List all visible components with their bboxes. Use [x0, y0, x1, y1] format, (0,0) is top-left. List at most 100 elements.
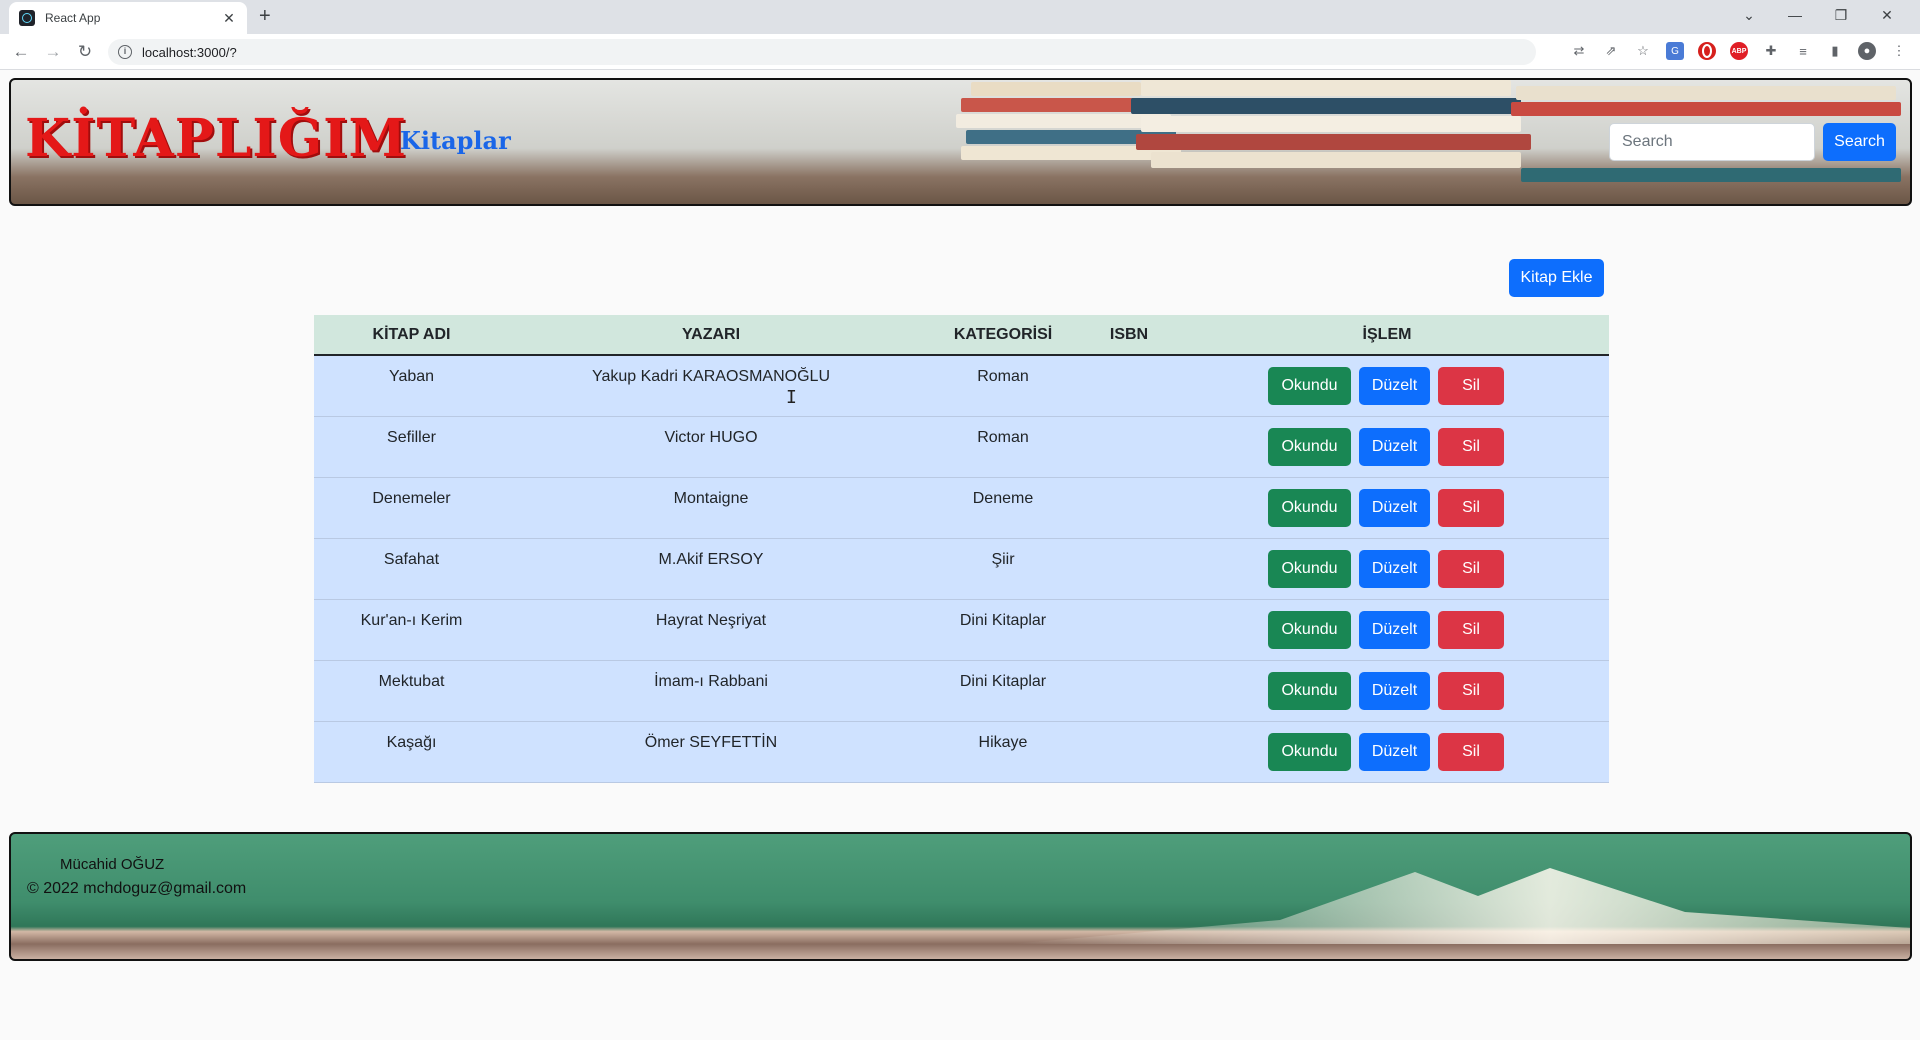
tab-title: React App: [45, 11, 101, 25]
cell-actions: Okundu Düzelt Sil: [1163, 538, 1609, 600]
column-header-author: YAZARI: [509, 315, 913, 356]
cell-author: Hayrat Neşriyat: [509, 599, 913, 661]
edit-button[interactable]: Düzelt: [1359, 366, 1430, 405]
cell-title: Yaban: [314, 355, 509, 417]
minimize-icon[interactable]: —: [1772, 4, 1818, 26]
edit-button[interactable]: Düzelt: [1359, 671, 1430, 710]
cell-title: Sefiller: [314, 416, 509, 478]
edit-button[interactable]: Düzelt: [1359, 427, 1430, 466]
delete-button[interactable]: Sil: [1438, 366, 1504, 405]
footer-copyright: © 2022 mchdoguz@gmail.com: [27, 880, 247, 897]
cell-actions: Okundu Düzelt Sil: [1165, 660, 1609, 722]
window-close-icon[interactable]: ✕: [1864, 4, 1910, 26]
table-row: Yaban Yakup Kadri KARAOSMANOĞLU Roman Ok…: [314, 355, 1609, 417]
address-bar[interactable]: i localhost:3000/?: [108, 39, 1536, 65]
media-control-icon[interactable]: ≡: [1794, 42, 1812, 60]
site-footer: Mücahid OĞUZ © 2022 mchdoguz@gmail.com: [9, 832, 1912, 961]
table-row: Kur'an-ı Kerim Hayrat Neşriyat Dini Kita…: [314, 599, 1609, 661]
opera-icon[interactable]: [1698, 42, 1716, 60]
tab-list-icon[interactable]: ⌄: [1726, 4, 1772, 26]
cell-isbn: [1093, 416, 1165, 478]
url-text: localhost:3000/?: [142, 44, 237, 60]
new-tab-icon[interactable]: +: [259, 6, 271, 26]
table-row: Denemeler Montaigne Deneme Okundu Düzelt…: [314, 477, 1609, 539]
cell-category: Roman: [913, 355, 1093, 417]
side-panel-icon[interactable]: ▮: [1826, 42, 1844, 60]
row-actions: Okundu Düzelt Sil: [1163, 610, 1609, 649]
browser-toolbar: ← → ↻ i localhost:3000/? ⇄ ⇗ ☆ G ABP ✚ ≡…: [0, 34, 1920, 70]
search-input[interactable]: [1609, 123, 1815, 161]
book-image: [1516, 86, 1896, 100]
delete-button[interactable]: Sil: [1438, 488, 1504, 527]
cell-title: Kur'an-ı Kerim: [314, 599, 509, 661]
cell-title: Mektubat: [314, 660, 509, 722]
cell-category: Şiir: [913, 538, 1093, 600]
cell-isbn: [1093, 660, 1165, 722]
table-row: Sefiller Victor HUGO Roman Okundu Düzelt…: [314, 416, 1609, 478]
cell-isbn: [1093, 355, 1165, 417]
extensions-puzzle-icon[interactable]: ✚: [1762, 42, 1780, 60]
edit-button[interactable]: Düzelt: [1359, 610, 1430, 649]
mark-read-button[interactable]: Okundu: [1268, 732, 1351, 771]
column-header-isbn: ISBN: [1093, 315, 1165, 356]
restore-icon[interactable]: ❐: [1818, 4, 1864, 26]
column-header-category: KATEGORİSİ: [913, 315, 1093, 356]
back-icon[interactable]: ←: [9, 40, 33, 64]
menu-kebab-icon[interactable]: ⋮: [1890, 42, 1908, 60]
mark-read-button[interactable]: Okundu: [1268, 671, 1351, 710]
forward-icon[interactable]: →: [41, 40, 65, 64]
column-header-title: KİTAP ADI: [314, 315, 509, 356]
close-icon[interactable]: ✕: [221, 10, 237, 27]
book-image: [1141, 80, 1511, 96]
table-row: Kaşağı Ömer SEYFETTİN Hikaye Okundu Düze…: [314, 721, 1609, 783]
cell-category: Dini Kitaplar: [913, 660, 1093, 722]
profile-avatar-icon[interactable]: ●: [1858, 42, 1876, 60]
cell-actions: Okundu Düzelt Sil: [1165, 416, 1609, 478]
info-icon[interactable]: i: [118, 45, 132, 59]
delete-button[interactable]: Sil: [1438, 732, 1504, 771]
mark-read-button[interactable]: Okundu: [1268, 488, 1351, 527]
delete-button[interactable]: Sil: [1438, 427, 1504, 466]
cell-actions: Okundu Düzelt Sil: [1163, 355, 1609, 417]
nav-link-kitaplar[interactable]: Kitaplar: [400, 126, 511, 155]
edit-button[interactable]: Düzelt: [1359, 488, 1430, 527]
add-book-button[interactable]: Kitap Ekle: [1509, 259, 1604, 297]
mark-read-button[interactable]: Okundu: [1268, 427, 1351, 466]
text-cursor-icon: I: [786, 387, 797, 408]
cell-title: Safahat: [314, 538, 509, 600]
browser-tab-bar: React App ✕ + ⌄ — ❐ ✕: [0, 0, 1920, 34]
bookmark-star-icon[interactable]: ☆: [1634, 42, 1652, 60]
browser-tab[interactable]: React App ✕: [9, 2, 247, 34]
row-actions: Okundu Düzelt Sil: [1163, 732, 1609, 771]
row-actions: Okundu Düzelt Sil: [1163, 488, 1609, 527]
translate-page-icon[interactable]: ⇄: [1570, 42, 1588, 60]
edit-button[interactable]: Düzelt: [1359, 732, 1430, 771]
mark-read-button[interactable]: Okundu: [1268, 610, 1351, 649]
delete-button[interactable]: Sil: [1438, 671, 1504, 710]
book-image: [1511, 102, 1901, 116]
cell-isbn: [1093, 477, 1165, 539]
mark-read-button[interactable]: Okundu: [1268, 549, 1351, 588]
cell-author: Yakup Kadri KARAOSMANOĞLU: [509, 355, 913, 417]
cell-author: Ömer SEYFETTİN: [509, 721, 913, 783]
site-logo[interactable]: KİTAPLIĞIM: [25, 108, 407, 169]
extensions-area: ⇄ ⇗ ☆ G ABP ✚ ≡ ▮ ● ⋮: [1570, 42, 1908, 60]
cell-title: Kaşağı: [314, 721, 509, 783]
site-header: KİTAPLIĞIM Kitaplar Search: [9, 78, 1912, 206]
delete-button[interactable]: Sil: [1438, 549, 1504, 588]
row-actions: Okundu Düzelt Sil: [1163, 549, 1609, 588]
adblock-icon[interactable]: ABP: [1730, 42, 1748, 60]
delete-button[interactable]: Sil: [1438, 610, 1504, 649]
mark-read-button[interactable]: Okundu: [1268, 366, 1351, 405]
reload-icon[interactable]: ↻: [73, 40, 97, 64]
book-image: [1141, 116, 1521, 132]
book-image: [956, 114, 1171, 128]
open-book-image: [1010, 868, 1910, 944]
edit-button[interactable]: Düzelt: [1359, 549, 1430, 588]
row-actions: Okundu Düzelt Sil: [1163, 366, 1609, 405]
search-button[interactable]: Search: [1823, 123, 1896, 161]
google-translate-icon[interactable]: G: [1666, 42, 1684, 60]
cell-author: M.Akif ERSOY: [509, 538, 913, 600]
book-image: [1136, 134, 1531, 150]
share-icon[interactable]: ⇗: [1602, 42, 1620, 60]
